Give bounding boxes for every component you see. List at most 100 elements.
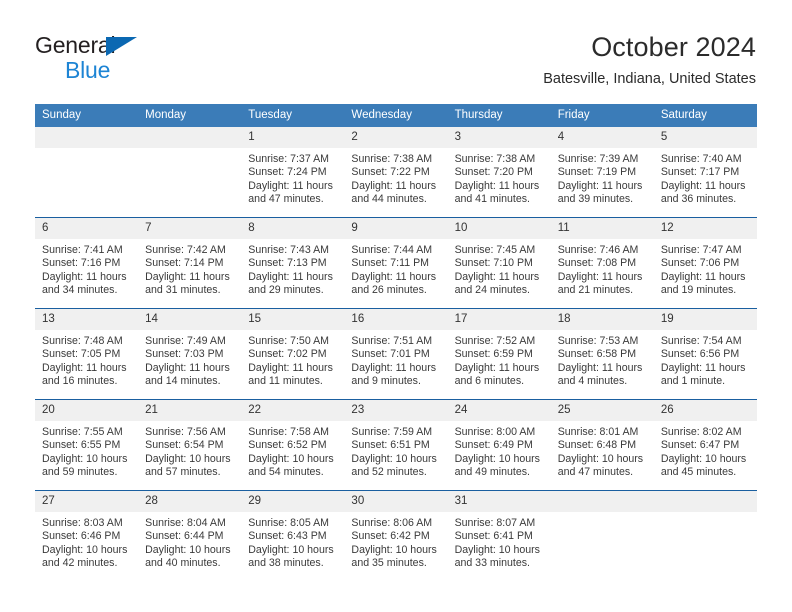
sunrise-text: Sunrise: 7:37 AM: [248, 153, 329, 165]
day-sun-info: Sunrise: 8:01 AM Sunset: 6:48 PM Daylight:…: [551, 421, 654, 480]
day-number: 20: [35, 400, 139, 421]
day-box: 4 Sunrise: 7:39 AM Sunset: 7:19 PM Daylight…: [550, 127, 654, 217]
day-number: [138, 127, 242, 148]
calendar-cell-empty: [653, 490, 757, 581]
calendar-day-cell[interactable]: 5 Sunrise: 7:40 AM Sunset: 7:17 PM Daylight…: [653, 127, 757, 218]
calendar-day-cell[interactable]: 15 Sunrise: 7:50 AM Sunset: 7:02 PM Dayligh…: [241, 308, 345, 400]
sunrise-text: Sunrise: 7:40 AM: [660, 153, 742, 165]
calendar-day-cell[interactable]: 16 Sunrise: 7:51 AM Sunset: 7:01 PM Dayligh…: [344, 308, 448, 400]
sunset-text: Sunset: 6:43 PM: [248, 530, 327, 543]
day-number: 12: [653, 218, 757, 239]
day-sun-info: Sunrise: 8:07 AM Sunset: 6:41 PM Daylight:…: [448, 512, 551, 571]
calendar-day-cell[interactable]: 1 Sunrise: 7:37 AM Sunset: 7:24 PM Daylight…: [241, 127, 345, 218]
daylight-text: Daylight: 11 hours and 9 minutes.: [351, 361, 437, 388]
daylight-text: Daylight: 11 hours and 31 minutes.: [145, 270, 230, 297]
calendar-day-cell[interactable]: 11 Sunrise: 7:46 AM Sunset: 7:08 PM Dayligh…: [550, 217, 654, 309]
sunrise-text: Sunrise: 8:00 AM: [454, 426, 536, 438]
day-sun-info: Sunrise: 7:42 AM Sunset: 7:14 PM Daylight:…: [138, 239, 241, 298]
calendar-grid-wrapper: Sunday Monday Tuesday Wednesday Thursday Frid…: [35, 104, 757, 581]
day-number: 1: [241, 127, 345, 148]
sunset-text: Sunset: 7:06 PM: [660, 257, 740, 270]
day-box: 13 Sunrise: 7:48 AM Sunset: 7:05 PM Dayligh…: [35, 309, 139, 399]
day-box: 16 Sunrise: 7:51 AM Sunset: 7:01 PM Dayligh…: [344, 309, 448, 399]
sunset-text: Sunset: 7:01 PM: [351, 348, 430, 361]
day-sun-info: Sunrise: 7:44 AM Sunset: 7:11 PM Daylight:…: [344, 239, 447, 298]
day-box: 26 Sunrise: 8:02 AM Sunset: 6:47 PM Dayligh…: [653, 400, 757, 490]
day-box: [35, 127, 139, 217]
calendar-day-cell[interactable]: 22 Sunrise: 7:58 AM Sunset: 6:52 PM Dayligh…: [241, 399, 345, 491]
calendar-day-cell[interactable]: 28 Sunrise: 8:04 AM Sunset: 6:44 PM Dayligh…: [138, 490, 242, 581]
sunset-text: Sunset: 6:41 PM: [454, 530, 533, 543]
calendar-day-cell[interactable]: 19 Sunrise: 7:54 AM Sunset: 6:56 PM Dayligh…: [653, 308, 757, 400]
sunset-text: Sunset: 6:55 PM: [42, 439, 121, 452]
weekday-header-wednesday: Wednesday: [344, 104, 448, 127]
daylight-text: Daylight: 11 hours and 19 minutes.: [660, 270, 746, 297]
daylight-text: Daylight: 11 hours and 1 minute.: [660, 361, 746, 388]
day-box: 15 Sunrise: 7:50 AM Sunset: 7:02 PM Dayligh…: [241, 309, 345, 399]
logo-word-general: General: [35, 34, 185, 58]
sunrise-text: Sunrise: 7:59 AM: [351, 426, 433, 438]
calendar-day-cell[interactable]: 14 Sunrise: 7:49 AM Sunset: 7:03 PM Dayligh…: [138, 308, 242, 400]
calendar-day-cell[interactable]: 30 Sunrise: 8:06 AM Sunset: 6:42 PM Dayligh…: [344, 490, 448, 581]
logo-triangle-icon: [106, 37, 137, 56]
calendar-day-cell[interactable]: 17 Sunrise: 7:52 AM Sunset: 6:59 PM Dayligh…: [447, 308, 551, 400]
sunrise-text: Sunrise: 7:53 AM: [557, 335, 639, 347]
calendar-day-cell[interactable]: 18 Sunrise: 7:53 AM Sunset: 6:58 PM Dayligh…: [550, 308, 654, 400]
title-block: October 2024 Batesville, Indiana, United…: [543, 30, 756, 88]
calendar-day-cell[interactable]: 12 Sunrise: 7:47 AM Sunset: 7:06 PM Dayligh…: [653, 217, 757, 309]
general-blue-logo[interactable]: General Blue: [35, 34, 185, 82]
day-sun-info: Sunrise: 7:52 AM Sunset: 6:59 PM Daylight:…: [448, 330, 551, 389]
day-sun-info: Sunrise: 7:58 AM Sunset: 6:52 PM Daylight:…: [241, 421, 344, 480]
day-sun-info: Sunrise: 8:02 AM Sunset: 6:47 PM Daylight:…: [654, 421, 757, 480]
day-box: 3 Sunrise: 7:38 AM Sunset: 7:20 PM Daylight…: [447, 127, 551, 217]
calendar-day-cell[interactable]: 7 Sunrise: 7:42 AM Sunset: 7:14 PM Daylight…: [138, 217, 242, 309]
calendar-day-cell[interactable]: 31 Sunrise: 8:07 AM Sunset: 6:41 PM Dayligh…: [447, 490, 551, 581]
calendar-day-cell[interactable]: 13 Sunrise: 7:48 AM Sunset: 7:05 PM Dayligh…: [35, 308, 139, 400]
daylight-text: Daylight: 10 hours and 33 minutes.: [454, 543, 540, 570]
day-box: 14 Sunrise: 7:49 AM Sunset: 7:03 PM Dayligh…: [138, 309, 242, 399]
day-box: 18 Sunrise: 7:53 AM Sunset: 6:58 PM Dayligh…: [550, 309, 654, 399]
sunset-text: Sunset: 6:52 PM: [248, 439, 327, 452]
day-box: 8 Sunrise: 7:43 AM Sunset: 7:13 PM Daylight…: [241, 218, 345, 308]
day-sun-info: Sunrise: 7:37 AM Sunset: 7:24 PM Daylight:…: [241, 148, 344, 207]
page-header: General Blue October 2024 Batesville, In…: [0, 0, 792, 87]
calendar-week-row: 20 Sunrise: 7:55 AM Sunset: 6:55 PM Dayligh…: [35, 399, 757, 491]
day-sun-info: Sunrise: 7:53 AM Sunset: 6:58 PM Daylight:…: [551, 330, 654, 389]
calendar-week-row: 13 Sunrise: 7:48 AM Sunset: 7:05 PM Dayligh…: [35, 308, 757, 400]
sunrise-text: Sunrise: 7:46 AM: [557, 244, 639, 256]
calendar-day-cell[interactable]: 2 Sunrise: 7:38 AM Sunset: 7:22 PM Daylight…: [344, 127, 448, 218]
calendar-day-cell[interactable]: 20 Sunrise: 7:55 AM Sunset: 6:55 PM Dayligh…: [35, 399, 139, 491]
day-number: 16: [344, 309, 448, 330]
calendar-day-cell[interactable]: 10 Sunrise: 7:45 AM Sunset: 7:10 PM Dayligh…: [447, 217, 551, 309]
day-number: 26: [653, 400, 757, 421]
weekday-header-tuesday: Tuesday: [241, 104, 345, 127]
daylight-text: Daylight: 11 hours and 47 minutes.: [248, 179, 333, 206]
day-sun-info: Sunrise: 7:54 AM Sunset: 6:56 PM Daylight:…: [654, 330, 757, 389]
calendar-day-cell[interactable]: 25 Sunrise: 8:01 AM Sunset: 6:48 PM Dayligh…: [550, 399, 654, 491]
day-number: 8: [241, 218, 345, 239]
day-sun-info: Sunrise: 8:05 AM Sunset: 6:43 PM Daylight:…: [241, 512, 344, 571]
day-number: 17: [447, 309, 551, 330]
day-sun-info: Sunrise: 7:59 AM Sunset: 6:51 PM Daylight:…: [344, 421, 447, 480]
calendar-day-cell[interactable]: 29 Sunrise: 8:05 AM Sunset: 6:43 PM Dayligh…: [241, 490, 345, 581]
sunset-text: Sunset: 7:24 PM: [248, 166, 327, 179]
calendar-day-cell[interactable]: 27 Sunrise: 8:03 AM Sunset: 6:46 PM Dayligh…: [35, 490, 139, 581]
calendar-day-cell[interactable]: 9 Sunrise: 7:44 AM Sunset: 7:11 PM Daylight…: [344, 217, 448, 309]
daylight-text: Daylight: 10 hours and 38 minutes.: [248, 543, 334, 570]
calendar-day-cell[interactable]: 3 Sunrise: 7:38 AM Sunset: 7:20 PM Daylight…: [447, 127, 551, 218]
day-number: 21: [138, 400, 242, 421]
day-box: 25 Sunrise: 8:01 AM Sunset: 6:48 PM Dayligh…: [550, 400, 654, 490]
weekday-header-row: Sunday Monday Tuesday Wednesday Thursday Frid…: [35, 104, 757, 127]
sunrise-text: Sunrise: 7:38 AM: [454, 153, 536, 165]
calendar-cell-empty: [35, 127, 139, 218]
day-box: 24 Sunrise: 8:00 AM Sunset: 6:49 PM Dayligh…: [447, 400, 551, 490]
calendar-day-cell[interactable]: 6 Sunrise: 7:41 AM Sunset: 7:16 PM Daylight…: [35, 217, 139, 309]
calendar-day-cell[interactable]: 24 Sunrise: 8:00 AM Sunset: 6:49 PM Dayligh…: [447, 399, 551, 491]
sunrise-text: Sunrise: 7:55 AM: [42, 426, 123, 438]
calendar-day-cell[interactable]: 26 Sunrise: 8:02 AM Sunset: 6:47 PM Dayligh…: [653, 399, 757, 491]
calendar-day-cell[interactable]: 23 Sunrise: 7:59 AM Sunset: 6:51 PM Dayligh…: [344, 399, 448, 491]
calendar-day-cell[interactable]: 21 Sunrise: 7:56 AM Sunset: 6:54 PM Dayligh…: [138, 399, 242, 491]
calendar-day-cell[interactable]: 4 Sunrise: 7:39 AM Sunset: 7:19 PM Daylight…: [550, 127, 654, 218]
calendar-day-cell[interactable]: 8 Sunrise: 7:43 AM Sunset: 7:13 PM Daylight…: [241, 217, 345, 309]
weekday-header-saturday: Saturday: [653, 104, 757, 127]
